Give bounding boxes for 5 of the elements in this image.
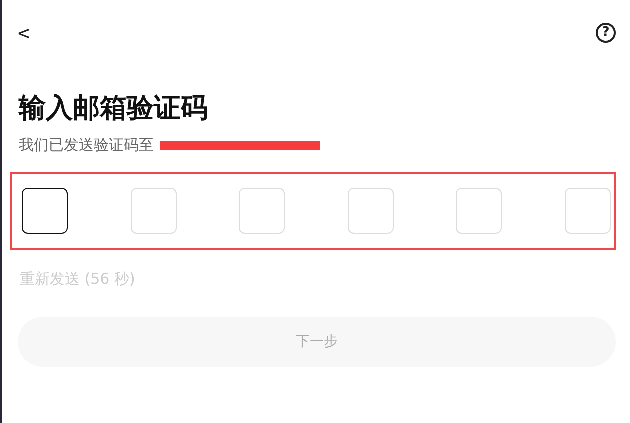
back-button[interactable]: <	[18, 20, 30, 46]
help-button[interactable]: ?	[596, 23, 616, 43]
page-title: 输入邮箱验证码	[19, 92, 209, 126]
code-input[interactable]	[22, 188, 68, 234]
subtitle: 我们已发送验证码至	[19, 136, 154, 154]
